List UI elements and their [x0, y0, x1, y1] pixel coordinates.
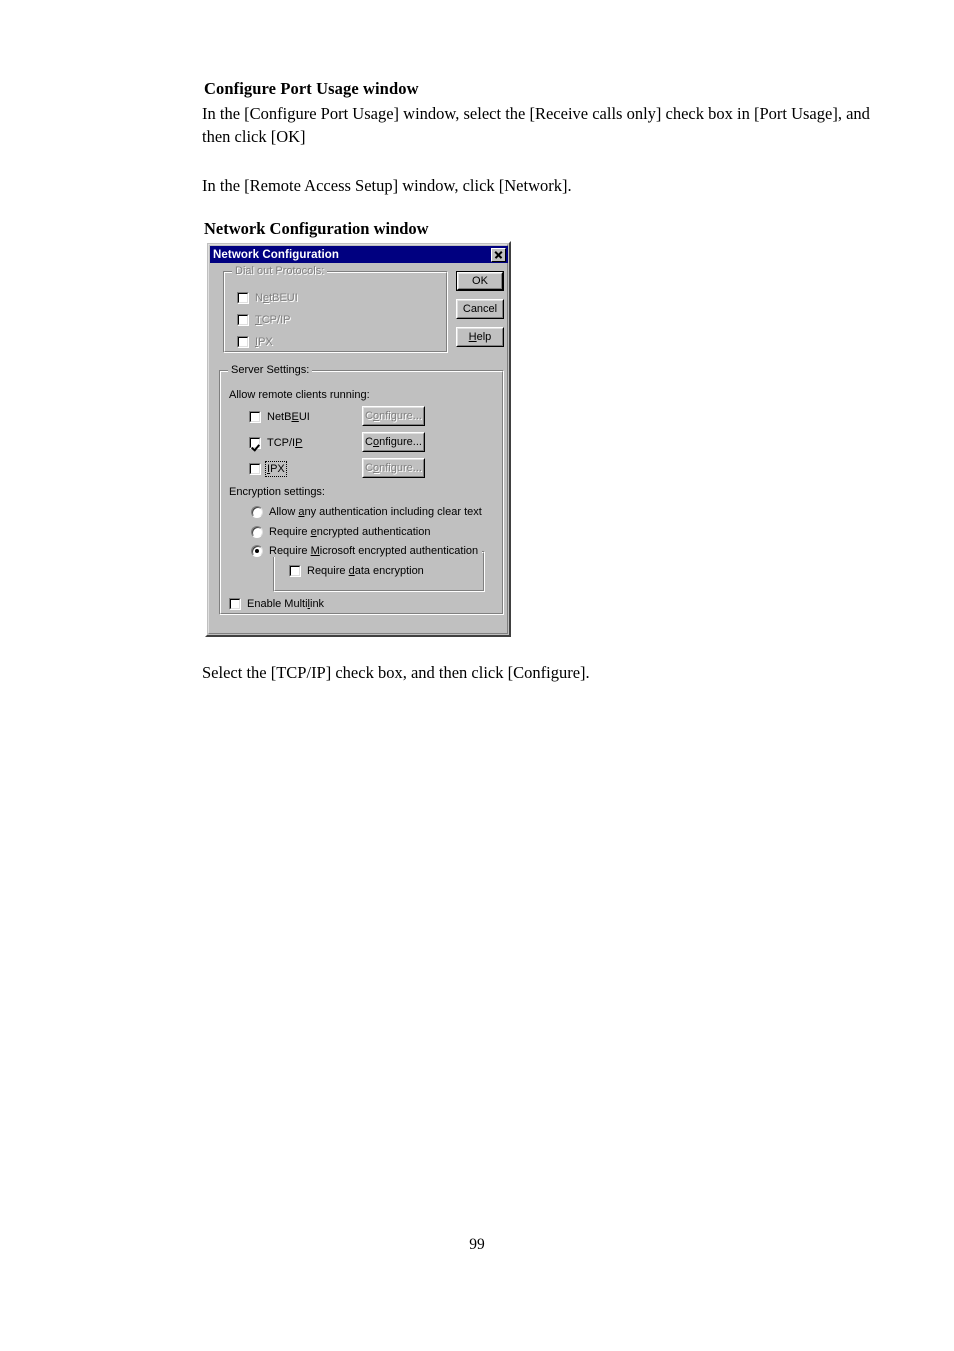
dial-out-tcpip-checkbox[interactable]: [237, 314, 249, 326]
section-heading-network-configuration: Network Configuration window: [204, 219, 429, 238]
encryption-allow-any-radio-row[interactable]: Allow any authentication including clear…: [251, 506, 482, 518]
configure-netbeui-button[interactable]: Configure...: [362, 406, 425, 426]
encryption-settings-label: Encryption settings:: [229, 486, 325, 498]
dial-out-tcpip-label: TCP/IP: [255, 314, 291, 326]
section-heading-configure-port-usage: Configure Port Usage window: [204, 79, 419, 98]
server-netbeui-label: NetBEUI: [267, 411, 310, 423]
encryption-allow-any-label: Allow any authentication including clear…: [269, 506, 482, 518]
dial-out-ipx-checkbox-row[interactable]: IPX: [237, 336, 273, 348]
dial-out-netbeui-label: NetBEUI: [255, 292, 298, 304]
configure-ipx-label: Configure...: [365, 462, 422, 474]
configure-ipx-button[interactable]: Configure...: [362, 458, 425, 478]
server-ipx-label: IPX: [265, 461, 287, 477]
server-netbeui-checkbox[interactable]: [249, 411, 261, 423]
document-body: Configure Port Usage window In the [Conf…: [202, 78, 892, 197]
require-data-encryption-label: Require data encryption: [307, 565, 424, 577]
ok-button[interactable]: OK: [456, 271, 504, 291]
network-configuration-dialog: Network Configuration Dial out Protocols…: [205, 241, 511, 637]
close-icon[interactable]: [491, 247, 506, 262]
help-button[interactable]: Help: [456, 327, 504, 347]
dial-out-netbeui-checkbox-row[interactable]: NetBEUI: [237, 292, 298, 304]
enable-multilink-checkbox-row[interactable]: Enable Multilink: [229, 598, 324, 610]
enable-multilink-label: Enable Multilink: [247, 598, 325, 610]
dial-out-netbeui-checkbox[interactable]: [237, 292, 249, 304]
server-netbeui-checkbox-row[interactable]: NetBEUI: [249, 411, 310, 423]
dial-out-tcpip-checkbox-row[interactable]: TCP/IP: [237, 314, 290, 326]
cancel-button-label: Cancel: [462, 303, 498, 315]
require-data-encryption-checkbox[interactable]: [289, 565, 301, 577]
server-ipx-checkbox-row[interactable]: IPX: [249, 461, 287, 477]
encryption-require-encrypted-radio-row[interactable]: Require encrypted authentication: [251, 526, 430, 538]
encryption-require-encrypted-label: Require encrypted authentication: [269, 526, 431, 538]
paragraph-configure-port-usage: In the [Configure Port Usage] window, se…: [202, 104, 870, 146]
paragraph-select-tcpip: Select the [TCP/IP] check box, and then …: [202, 663, 590, 682]
dialog-titlebar[interactable]: Network Configuration: [210, 246, 508, 263]
server-tcpip-checkbox[interactable]: [249, 437, 261, 449]
server-tcpip-label: TCP/IP: [267, 437, 303, 449]
encryption-require-encrypted-radio[interactable]: [251, 526, 263, 538]
encryption-require-microsoft-label: Require Microsoft encrypted authenticati…: [269, 545, 479, 557]
paragraph-remote-access-setup: In the [Remote Access Setup] window, cli…: [202, 176, 572, 195]
server-settings-legend: Server Settings:: [228, 364, 313, 376]
dial-out-ipx-label: IPX: [255, 336, 273, 348]
configure-tcpip-label: Configure...: [365, 436, 422, 448]
dial-out-protocols-legend: Dial out Protocols:: [232, 265, 328, 277]
encryption-require-microsoft-radio[interactable]: [251, 545, 263, 557]
ok-button-label: OK: [472, 275, 488, 287]
help-button-label: Help: [468, 331, 492, 343]
enable-multilink-checkbox[interactable]: [229, 598, 241, 610]
configure-tcpip-button[interactable]: Configure...: [362, 432, 425, 452]
cancel-button[interactable]: Cancel: [456, 299, 504, 319]
page-number: 99: [469, 1236, 485, 1253]
dial-out-ipx-checkbox[interactable]: [237, 336, 249, 348]
allow-remote-clients-label: Allow remote clients running:: [229, 389, 370, 401]
server-ipx-checkbox[interactable]: [249, 463, 261, 475]
configure-netbeui-label: Configure...: [365, 410, 422, 422]
encryption-require-microsoft-radio-row[interactable]: Require Microsoft encrypted authenticati…: [251, 545, 483, 557]
dialog-title: Network Configuration: [213, 248, 340, 261]
require-data-encryption-checkbox-row[interactable]: Require data encryption: [289, 565, 424, 577]
encryption-allow-any-radio[interactable]: [251, 506, 263, 518]
server-tcpip-checkbox-row[interactable]: TCP/IP: [249, 437, 302, 449]
